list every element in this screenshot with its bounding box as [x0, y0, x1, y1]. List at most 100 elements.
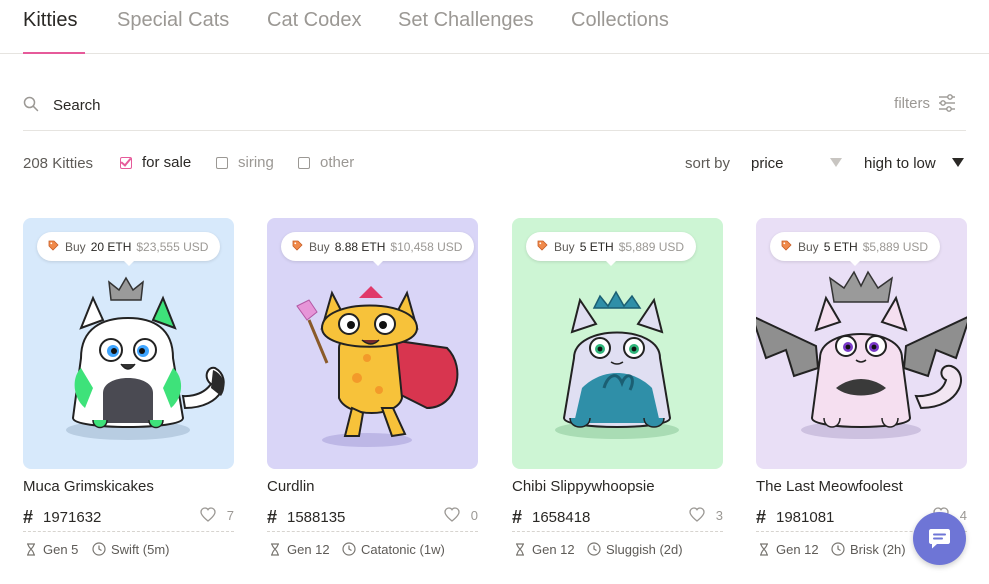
- buy-label: Buy: [309, 239, 330, 254]
- kitty-image[interactable]: Buy 8.88 ETH $10,458 USD: [267, 218, 478, 469]
- chevron-down-icon[interactable]: [830, 158, 842, 167]
- heart-icon[interactable]: [689, 507, 705, 522]
- kitty-name[interactable]: Chibi Slippywhoopsie: [512, 478, 655, 495]
- filter-other-label: other: [320, 154, 355, 171]
- clock-icon: [342, 542, 356, 556]
- divider: [267, 531, 478, 532]
- kitty-name[interactable]: Muca Grimskicakes: [23, 478, 154, 495]
- search-input[interactable]: [53, 92, 653, 118]
- kitty-id: 1658418: [532, 509, 591, 526]
- filter-for-sale-label: for sale: [142, 154, 192, 171]
- cat-illustration: [555, 290, 679, 439]
- kitty-id-row: # 1588135 0: [267, 507, 478, 529]
- buy-label: Buy: [554, 239, 575, 254]
- price-usd: $10,458 USD: [390, 239, 463, 254]
- price-eth: 20 ETH: [90, 239, 132, 254]
- kitty-image[interactable]: Buy 20 ETH $23,555 USD: [23, 218, 234, 469]
- kitty-generation: Gen 5: [43, 542, 79, 557]
- kitty-id-row: # 1971632 7: [23, 507, 234, 529]
- filter-other-checkbox[interactable]: other: [298, 154, 354, 171]
- kitty-cooldown: Brisk (2h): [850, 542, 906, 557]
- cat-illustration: [756, 270, 967, 439]
- chat-button[interactable]: [913, 512, 966, 565]
- search-icon: [23, 96, 39, 112]
- price-tag[interactable]: Buy 5 ETH $5,889 USD: [526, 232, 697, 266]
- heart-icon[interactable]: [444, 507, 460, 522]
- like-count: 0: [470, 508, 478, 523]
- filter-for-sale-checkbox[interactable]: for sale: [120, 154, 191, 171]
- cat-illustration: [296, 286, 459, 447]
- sort-by-label: sort by: [685, 155, 731, 172]
- hash-icon: #: [512, 507, 523, 527]
- kitty-generation: Gen 12: [776, 542, 819, 557]
- tab-collections[interactable]: Collections: [571, 9, 669, 32]
- kitty-cooldown: Swift (5m): [111, 542, 170, 557]
- buy-label: Buy: [65, 239, 86, 254]
- price-usd: $5,889 USD: [862, 239, 929, 254]
- hourglass-icon: [516, 543, 524, 556]
- chat-icon: [929, 529, 950, 549]
- tab-bar: Kitties Special Cats Cat Codex Set Chall…: [0, 0, 989, 54]
- hash-icon: #: [267, 507, 278, 527]
- kitty-card[interactable]: Buy 20 ETH $23,555 USD Muca Grimskicakes…: [23, 218, 234, 557]
- kitty-generation: Gen 12: [532, 542, 575, 557]
- tab-kitties[interactable]: Kitties: [23, 9, 77, 32]
- kitty-meta: Gen 5 Swift (5m): [23, 541, 234, 559]
- clock-icon: [587, 542, 601, 556]
- like-count: 4: [959, 508, 967, 523]
- price-eth: 5 ETH: [823, 239, 858, 254]
- tab-cat-codex[interactable]: Cat Codex: [267, 9, 362, 32]
- kitty-id: 1981081: [776, 509, 835, 526]
- active-tab-indicator: [23, 52, 85, 54]
- filter-siring-checkbox[interactable]: siring: [216, 154, 274, 171]
- hourglass-icon: [271, 543, 279, 556]
- kitty-id: 1971632: [43, 509, 102, 526]
- tab-special-cats[interactable]: Special Cats: [117, 9, 229, 32]
- filters-button[interactable]: filters: [894, 95, 930, 112]
- price-tag[interactable]: Buy 5 ETH $5,889 USD: [770, 232, 941, 266]
- cat-illustration: [66, 276, 225, 440]
- kitty-name[interactable]: Curdlin: [267, 478, 315, 495]
- checkbox-empty-icon: [298, 156, 310, 169]
- sliders-icon[interactable]: [938, 94, 956, 112]
- tag-icon: [537, 240, 548, 251]
- tag-icon: [292, 240, 303, 251]
- kitty-card[interactable]: Buy 8.88 ETH $10,458 USD Curdlin # 15881…: [267, 218, 478, 557]
- kitty-image[interactable]: Buy 5 ETH $5,889 USD: [512, 218, 723, 469]
- listing-controls: 208 Kitties for sale siring other sort b…: [23, 153, 966, 175]
- kitty-image[interactable]: Buy 5 ETH $5,889 USD: [756, 218, 967, 469]
- hourglass-icon: [760, 543, 768, 556]
- kitty-meta: Gen 12 Catatonic (1w): [267, 541, 478, 559]
- kitty-cooldown: Sluggish (2d): [606, 542, 683, 557]
- like-count: 3: [715, 508, 723, 523]
- divider: [23, 531, 234, 532]
- tag-icon: [48, 240, 59, 251]
- heart-icon[interactable]: [200, 507, 216, 522]
- kitty-meta: Gen 12 Sluggish (2d): [512, 541, 723, 559]
- chevron-down-icon[interactable]: [952, 158, 964, 167]
- kitty-card[interactable]: Buy 5 ETH $5,889 USD Chibi Slippywhoopsi…: [512, 218, 723, 557]
- search-bar: filters: [23, 80, 966, 131]
- sort-order-select[interactable]: high to low: [864, 155, 936, 172]
- hash-icon: #: [756, 507, 767, 527]
- checkbox-checked-icon: [120, 156, 132, 169]
- price-tag[interactable]: Buy 20 ETH $23,555 USD: [37, 232, 221, 266]
- like-count: 7: [226, 508, 234, 523]
- price-usd: $23,555 USD: [136, 239, 209, 254]
- kitty-id: 1588135: [287, 509, 346, 526]
- hourglass-icon: [27, 543, 35, 556]
- tag-icon: [781, 240, 792, 251]
- price-usd: $5,889 USD: [618, 239, 685, 254]
- hash-icon: #: [23, 507, 34, 527]
- divider: [512, 531, 723, 532]
- clock-icon: [831, 542, 845, 556]
- kitty-card[interactable]: Buy 5 ETH $5,889 USD The Last Meowfooles…: [756, 218, 967, 557]
- filter-siring-label: siring: [238, 154, 274, 171]
- kitty-count: 208 Kitties: [23, 155, 94, 172]
- tab-set-challenges[interactable]: Set Challenges: [398, 9, 534, 32]
- price-eth: 5 ETH: [579, 239, 614, 254]
- price-tag[interactable]: Buy 8.88 ETH $10,458 USD: [281, 232, 475, 266]
- kitty-cooldown: Catatonic (1w): [361, 542, 445, 557]
- kitty-name[interactable]: The Last Meowfoolest: [756, 478, 903, 495]
- kitty-id-row: # 1658418 3: [512, 507, 723, 529]
